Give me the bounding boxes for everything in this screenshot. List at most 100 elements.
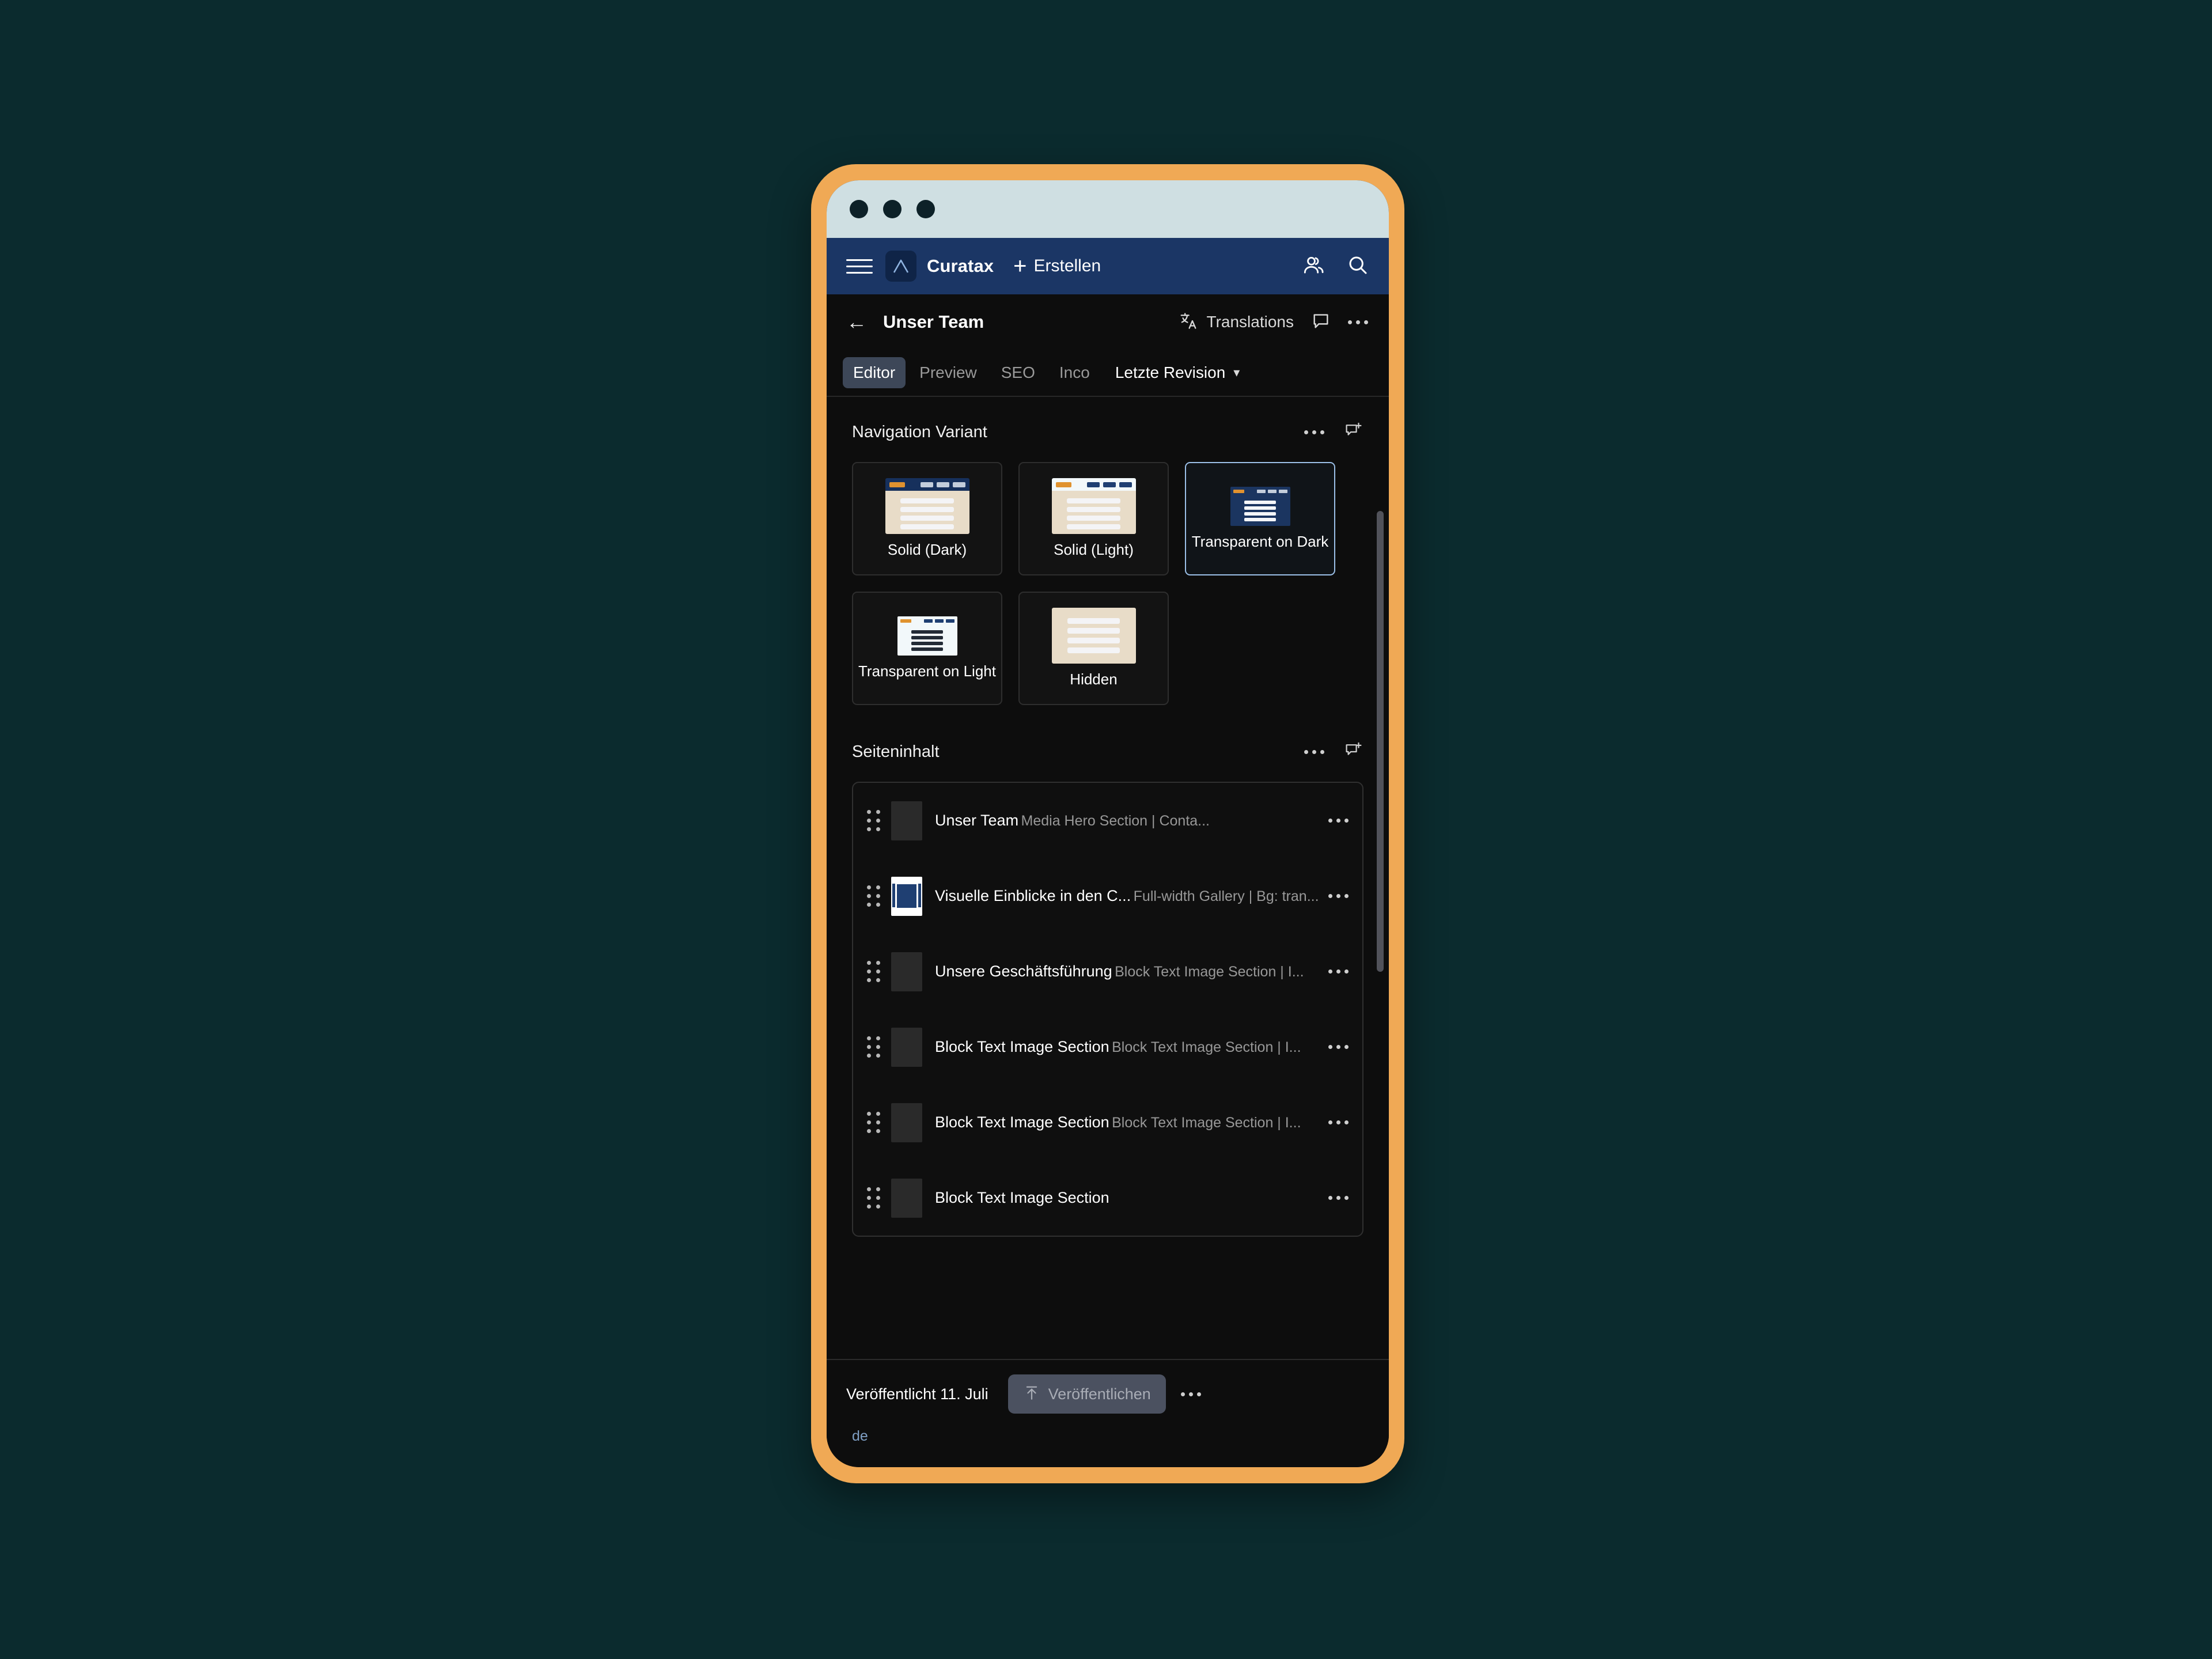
tab-inco[interactable]: Inco: [1049, 357, 1100, 388]
editor-scroll-area[interactable]: Navigation Variant Solid (Dark) Solid (L…: [827, 397, 1389, 1359]
list-item[interactable]: Unser Team Media Hero Section | Conta...: [853, 783, 1362, 858]
page-title: Unser Team: [883, 312, 984, 332]
translations-button[interactable]: Translations: [1179, 311, 1294, 334]
variant-thumb-solid-light: [1051, 478, 1136, 535]
header-more-icon[interactable]: [1348, 320, 1368, 324]
list-item-subtitle: Full-width Gallery | Bg: tran...: [1133, 888, 1319, 904]
window-maximize-dot[interactable]: [916, 200, 935, 218]
list-item[interactable]: Block Text Image Section: [853, 1160, 1362, 1236]
navigation-variant-more-icon[interactable]: [1304, 430, 1324, 434]
list-item[interactable]: Visuelle Einblicke in den C... Full-widt…: [853, 858, 1362, 934]
tab-preview[interactable]: Preview: [909, 357, 987, 388]
comment-icon[interactable]: [1311, 311, 1331, 334]
phone-screen: Curatax + Erstellen ← Unser Team Transla…: [827, 180, 1389, 1467]
revision-selector[interactable]: Letzte Revision ▾: [1115, 363, 1240, 382]
variant-thumb-transparent-on-dark: [1230, 486, 1290, 526]
list-item-subtitle: Media Hero Section | Conta...: [1021, 812, 1210, 829]
people-icon[interactable]: [1301, 253, 1325, 280]
list-item-more-icon[interactable]: [1328, 1196, 1349, 1200]
list-item-subtitle: Block Text Image Section | I...: [1112, 1114, 1301, 1131]
language-code[interactable]: de: [852, 1428, 868, 1445]
page-content-header: Seiteninhalt: [852, 741, 1363, 763]
back-arrow-icon[interactable]: ←: [846, 312, 867, 332]
variant-option-transparent-on-light[interactable]: Transparent on Light: [852, 592, 1002, 705]
list-item[interactable]: Unsere Geschäftsführung Block Text Image…: [853, 934, 1362, 1009]
variant-thumb-solid-dark: [885, 478, 969, 535]
list-item-more-icon[interactable]: [1328, 894, 1349, 898]
list-item-subtitle: Block Text Image Section | I...: [1112, 1039, 1301, 1055]
revision-label: Letzte Revision: [1115, 363, 1226, 381]
drag-handle-icon[interactable]: [863, 1185, 883, 1211]
tab-editor[interactable]: Editor: [843, 357, 906, 388]
comment-add-icon[interactable]: [1344, 421, 1363, 444]
list-item-title: Unsere Geschäftsführung: [935, 962, 1112, 980]
list-item[interactable]: Block Text Image Section Block Text Imag…: [853, 1085, 1362, 1160]
create-button[interactable]: + Erstellen: [1013, 255, 1101, 278]
phone-frame: Curatax + Erstellen ← Unser Team Transla…: [811, 164, 1404, 1483]
page-content-comment-add-icon[interactable]: [1344, 741, 1363, 763]
browser-chrome-bar: [827, 180, 1389, 238]
drag-handle-icon[interactable]: [863, 959, 883, 984]
create-button-label: Erstellen: [1033, 256, 1101, 275]
hamburger-icon[interactable]: [846, 253, 873, 279]
bottom-more-icon[interactable]: [1180, 1392, 1201, 1396]
list-item-thumbnail: [891, 876, 922, 916]
search-icon[interactable]: [1346, 253, 1369, 279]
variant-label-transparent-on-dark: Transparent on Dark: [1191, 532, 1329, 550]
vertical-scrollbar-thumb[interactable]: [1377, 511, 1384, 972]
chevron-down-icon: ▾: [1233, 365, 1240, 380]
list-item[interactable]: Block Text Image Section Block Text Imag…: [853, 1009, 1362, 1085]
drag-handle-icon[interactable]: [863, 884, 883, 909]
navigation-variant-header: Navigation Variant: [852, 421, 1363, 444]
list-item-more-icon[interactable]: [1328, 1045, 1349, 1049]
page-header: ← Unser Team Translations: [827, 294, 1389, 350]
variant-thumb-transparent-on-light: [897, 616, 957, 656]
list-item-title: Block Text Image Section: [935, 1037, 1109, 1055]
drag-handle-icon[interactable]: [863, 1110, 883, 1135]
publish-button[interactable]: Veröffentlichen: [1007, 1374, 1166, 1414]
page-content-title: Seiteninhalt: [852, 743, 940, 761]
page-content-list: Unser Team Media Hero Section | Conta...…: [852, 782, 1363, 1237]
variant-label-hidden: Hidden: [1070, 671, 1118, 688]
publish-button-label: Veröffentlichen: [1048, 1385, 1151, 1403]
list-item-title: Unser Team: [935, 811, 1019, 829]
variant-option-solid-light[interactable]: Solid (Light): [1018, 462, 1169, 575]
tab-bar: Editor Preview SEO Inco Letzte Revision …: [827, 350, 1389, 397]
variant-label-solid-light: Solid (Light): [1054, 541, 1134, 559]
brand-name: Curatax: [927, 256, 994, 276]
logo-glyph: [893, 259, 909, 273]
list-item-thumbnail: [891, 1027, 922, 1067]
list-item-thumbnail: [891, 952, 922, 991]
curatax-logo-icon[interactable]: [885, 251, 916, 282]
bottom-action-bar: Veröffentlicht 11. Juli Veröffentlichen …: [827, 1359, 1389, 1467]
list-item-thumbnail: [891, 1103, 922, 1142]
list-item-more-icon[interactable]: [1328, 819, 1349, 823]
list-item-more-icon[interactable]: [1328, 969, 1349, 974]
variant-thumb-hidden: [1051, 608, 1136, 664]
list-item-thumbnail: [891, 801, 922, 840]
drag-handle-icon[interactable]: [863, 1035, 883, 1060]
app-top-bar: Curatax + Erstellen: [827, 238, 1389, 294]
variant-label-transparent-on-light: Transparent on Light: [858, 662, 996, 680]
variant-option-solid-dark[interactable]: Solid (Dark): [852, 462, 1002, 575]
list-item-more-icon[interactable]: [1328, 1120, 1349, 1124]
variant-option-hidden[interactable]: Hidden: [1018, 592, 1169, 705]
list-item-thumbnail: [891, 1178, 922, 1218]
plus-icon: +: [1013, 253, 1027, 279]
list-item-subtitle: Block Text Image Section | I...: [1115, 963, 1304, 980]
upload-icon: [1023, 1384, 1040, 1404]
tab-seo[interactable]: SEO: [991, 357, 1046, 388]
drag-handle-icon[interactable]: [863, 808, 883, 834]
navigation-variant-title: Navigation Variant: [852, 423, 987, 441]
translate-icon: [1179, 311, 1199, 334]
variant-label-solid-dark: Solid (Dark): [887, 541, 967, 559]
page-content-more-icon[interactable]: [1304, 750, 1324, 754]
navigation-variant-grid: Solid (Dark) Solid (Light) Transparent o…: [852, 462, 1363, 705]
list-item-title: Block Text Image Section: [935, 1188, 1109, 1206]
publish-status-text: Veröffentlicht 11. Juli: [846, 1385, 988, 1403]
window-close-dot[interactable]: [850, 200, 868, 218]
translations-label: Translations: [1206, 313, 1294, 331]
variant-option-transparent-on-dark[interactable]: Transparent on Dark: [1185, 462, 1335, 575]
window-minimize-dot[interactable]: [883, 200, 902, 218]
list-item-title: Block Text Image Section: [935, 1113, 1109, 1131]
